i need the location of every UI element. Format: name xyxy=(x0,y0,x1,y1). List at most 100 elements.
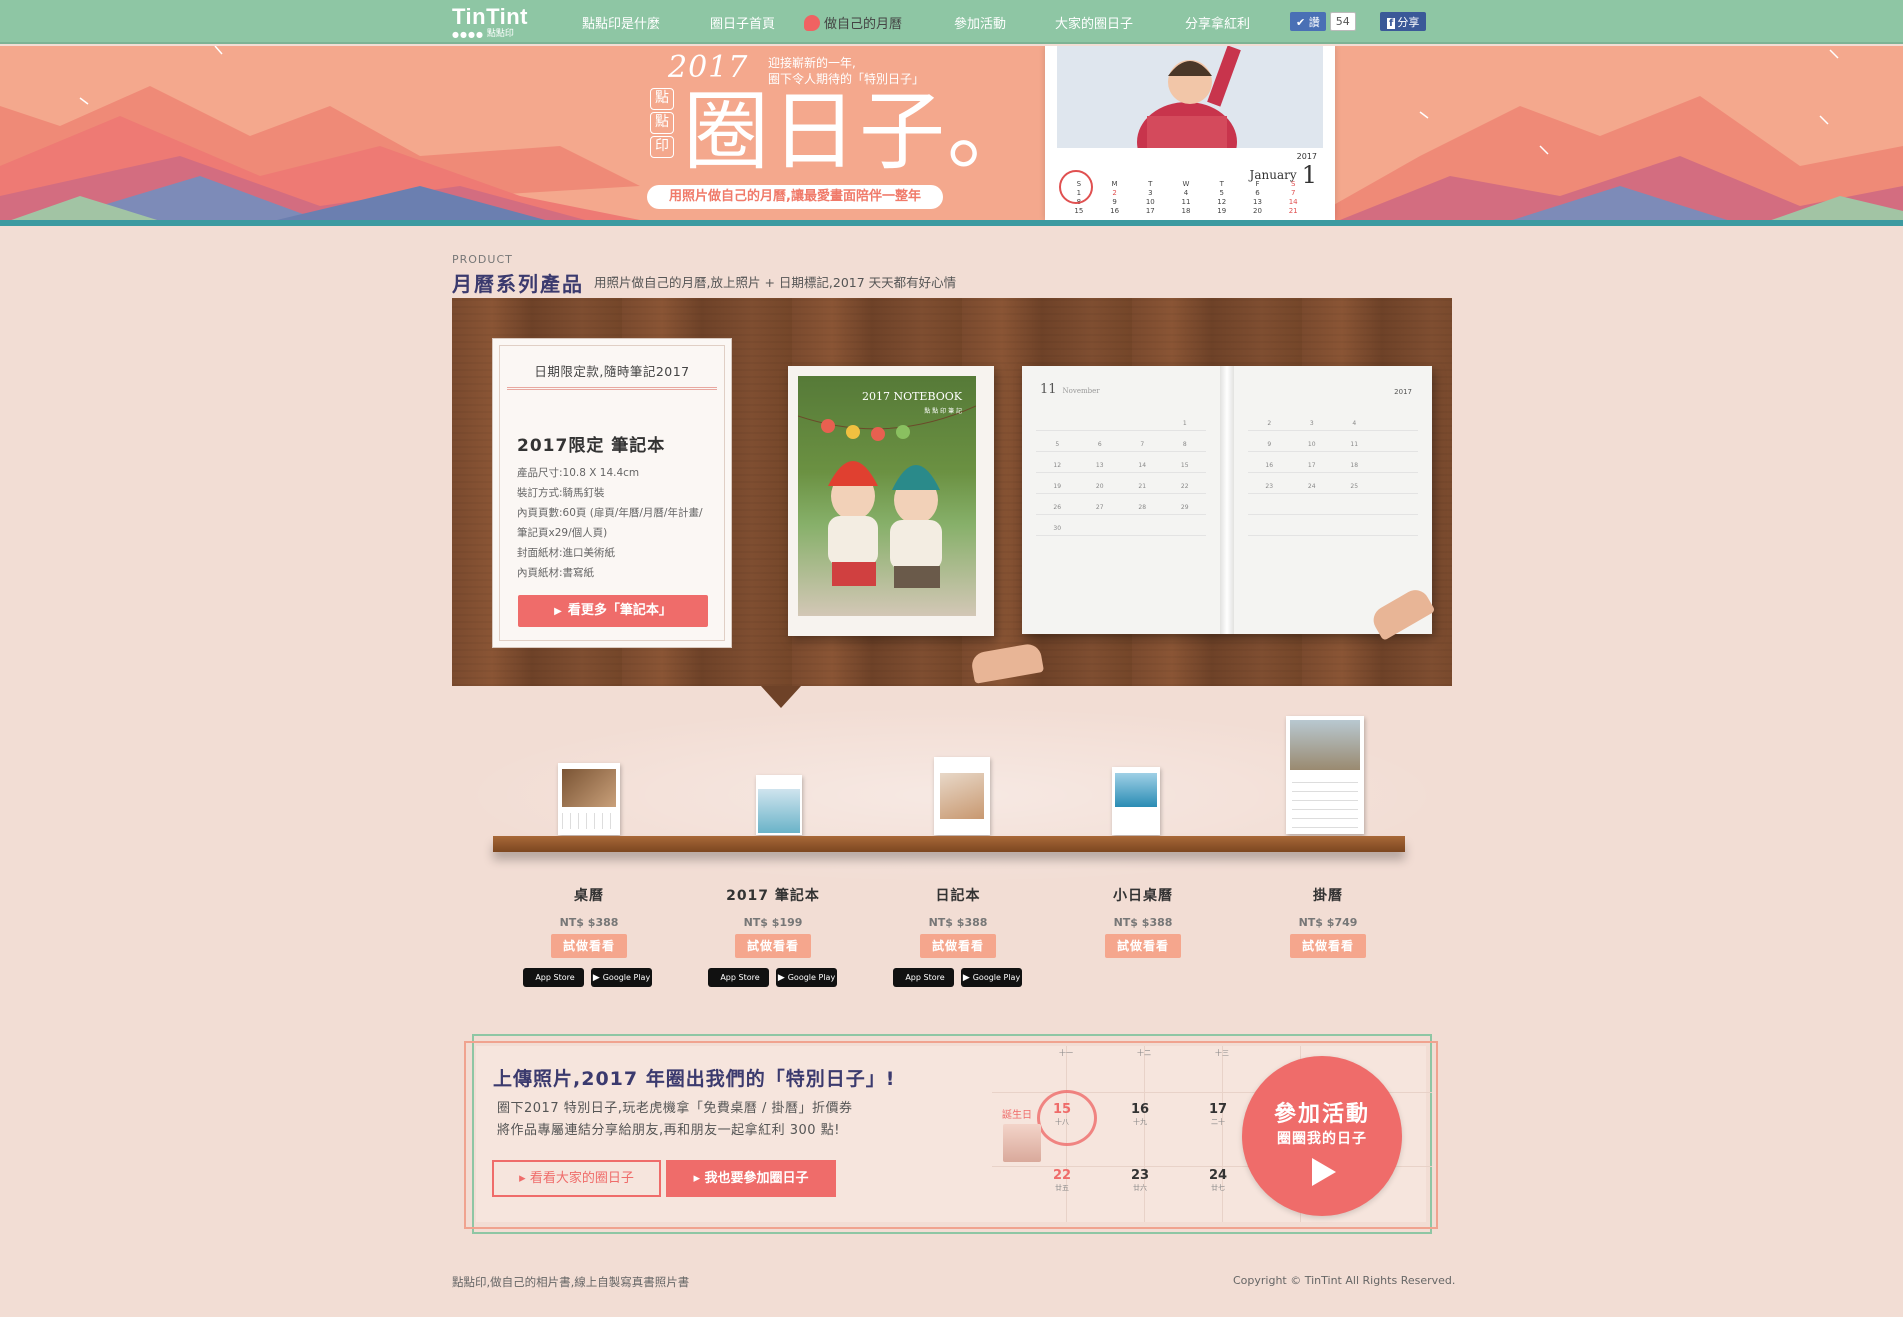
try-button[interactable]: 試做看看 xyxy=(920,934,996,958)
calendar-day: 23 廿六 xyxy=(1130,1168,1150,1192)
product-small-desk-calendar: 小日桌曆 NT$ $388 試做看看 xyxy=(1073,885,1213,958)
nav-item-share-bonus[interactable]: 分享拿紅利 xyxy=(1185,13,1250,32)
planner-year: 2017 xyxy=(1394,388,1412,396)
top-nav: TinTint ●●●● 點點印 點點印是什麼 圈日子首頁 做自己的月曆 參加活… xyxy=(0,0,1903,44)
nav-item-make-calendar[interactable]: 做自己的月曆 xyxy=(804,13,902,32)
wall-calendar-thumb[interactable] xyxy=(1286,716,1364,834)
notebook-cover: 2017 NOTEBOOK 點 點 印 筆 記 xyxy=(788,366,994,636)
card-title: 2017限定 筆記本 xyxy=(517,436,666,456)
product-notebook: 2017 筆記本 NT$ $199 試做看看 xyxy=(703,885,843,958)
product-name: 2017 筆記本 xyxy=(726,888,820,904)
google-play-icon: ▶ xyxy=(962,972,970,983)
play-icon: ▸ xyxy=(693,1171,705,1186)
product-name: 掛曆 xyxy=(1313,888,1343,904)
product-description: 用照片做自己的月曆,放上照片 + 日期標記,2017 天天都有好心情 xyxy=(594,275,957,290)
red-circle-mark xyxy=(1059,170,1093,204)
lunar-date: 十一 xyxy=(1059,1049,1073,1057)
app-badges-desk-calendar: App Store ▶ Google Play xyxy=(523,968,652,987)
see-more-notebook-button[interactable]: ▶ 看更多「筆記本」 xyxy=(518,595,708,627)
facebook-share-button[interactable]: f 分享 xyxy=(1380,12,1427,31)
product-wall-calendar: 掛曆 NT$ $749 試做看看 xyxy=(1258,885,1398,958)
join-now-label: 我也要參加圈日子 xyxy=(704,1171,809,1186)
product-price: NT$ $388 xyxy=(928,916,988,929)
facebook-icon: f xyxy=(1387,18,1396,29)
card-kicker: 日期限定款,隨時筆記2017 xyxy=(534,364,690,379)
birthday-photo xyxy=(1003,1124,1041,1162)
card-divider xyxy=(507,387,717,390)
share-label: 分享 xyxy=(1397,16,1420,29)
planner-spread: 11 November 2017 1 5678 12 13 14 15 19 20 21 22… xyxy=(1022,366,1432,634)
view-everyones-button[interactable]: ▸ 看看大家的圈日子 xyxy=(492,1160,661,1197)
view-everyones-label: 看看大家的圈日子 xyxy=(529,1171,634,1186)
calendar-day: 24 廿七 xyxy=(1208,1168,1228,1192)
logo-cn: 點點印 xyxy=(486,29,514,39)
play-icon: ▶ xyxy=(554,606,562,617)
notebook-title: 2017 NOTEBOOK xyxy=(861,390,962,403)
desk-calendar-thumb[interactable] xyxy=(558,763,620,835)
lunar-date: 十三 xyxy=(1215,1049,1229,1057)
hero-stamp: 點 點 印 xyxy=(650,88,676,158)
product-price: NT$ $388 xyxy=(559,916,619,929)
nav-item-home[interactable]: 圈日子首頁 xyxy=(710,13,775,32)
small-desk-calendar-thumb[interactable] xyxy=(1112,767,1160,835)
notebook-info-card: 日期限定款,隨時筆記2017 2017限定 筆記本 產品尺寸:10.8 X 14… xyxy=(492,338,732,648)
google-play-badge[interactable]: ▶ Google Play xyxy=(591,968,652,987)
feature-showcase: 日期限定款,隨時筆記2017 2017限定 筆記本 產品尺寸:10.8 X 14… xyxy=(452,298,1452,686)
notebook-cover-photo: 2017 NOTEBOOK 點 點 印 筆 記 xyxy=(798,376,976,616)
product-price: NT$ $749 xyxy=(1298,916,1358,929)
facebook-like-button[interactable]: ✔ 讚 54 xyxy=(1290,12,1356,31)
hero-banner: 2017 迎接嶄新的一年, 圈下令人期待的「特別日子」 點 點 印 圈日子。 用… xyxy=(0,46,1903,224)
spec-paper: 內頁紙材:書寫紙 xyxy=(517,567,595,579)
logo-text: TinTint xyxy=(452,4,529,29)
hero-year: 2017 xyxy=(668,50,749,85)
product-price: NT$ $199 xyxy=(743,916,803,929)
hero-cal-grid: SMTWTFS 1234567 8 9 10 11 12 13 14 15 16 17 18 19 2… xyxy=(1074,180,1298,215)
google-play-badge[interactable]: ▶ Google Play xyxy=(961,968,1022,987)
stamp-char: 點 xyxy=(650,112,674,134)
product-title: 月曆系列產品 xyxy=(452,272,584,296)
stamp-char: 印 xyxy=(650,136,674,158)
nav-item-everyones[interactable]: 大家的圈日子 xyxy=(1055,13,1133,32)
product-eyebrow: PRODUCT xyxy=(452,253,513,266)
try-button[interactable]: 試做看看 xyxy=(1105,934,1181,958)
spec-pages: 內頁頁數:60頁 (扉頁/年曆/月曆/年計畫/筆記頁x29/個人頁) xyxy=(517,507,703,539)
product-price: NT$ $388 xyxy=(1113,916,1173,929)
app-badges-diary: App Store ▶ Google Play xyxy=(893,968,1022,987)
join-event-circle-button[interactable]: 參加活動 圈圈我的日子 xyxy=(1242,1056,1402,1216)
nav-item-join-event[interactable]: 參加活動 xyxy=(954,13,1006,32)
app-store-badge[interactable]: App Store xyxy=(708,968,769,987)
like-count: 54 xyxy=(1329,12,1356,31)
spec-size: 產品尺寸:10.8 X 14.4cm xyxy=(517,467,640,479)
try-button[interactable]: 試做看看 xyxy=(551,934,627,958)
notebook-thumb[interactable] xyxy=(756,775,802,835)
nav-item-about[interactable]: 點點印是什麼 xyxy=(582,13,660,32)
try-button[interactable]: 試做看看 xyxy=(735,934,811,958)
calendar-day: 22 廿五 xyxy=(1052,1168,1072,1192)
tintint-logo[interactable]: TinTint ●●●● 點點印 xyxy=(452,6,528,39)
stamp-char: 點 xyxy=(650,88,674,110)
google-play-badge[interactable]: ▶ Google Play xyxy=(776,968,837,987)
product-diary: 日記本 NT$ $388 試做看看 xyxy=(888,885,1028,958)
event-line-2: 將作品專屬連結分享給朋友,再和朋友一起拿紅利 300 點! xyxy=(497,1123,840,1138)
footer-tagline: 點點印,做自己的相片書,線上自製寫真書照片書 xyxy=(452,1275,690,1289)
spec-binding: 裝訂方式:騎馬釘裝 xyxy=(517,487,605,499)
app-store-badge[interactable]: App Store xyxy=(523,968,584,987)
hero-child-photo xyxy=(1057,46,1323,148)
planner-grid-left: 1 5678 12 13 14 15 19 20 21 22 26 27 28 29 30 xyxy=(1036,410,1206,620)
footer-copyright: Copyright © TinTint All Rights Reserved. xyxy=(1233,1274,1456,1287)
card-specs: 產品尺寸:10.8 X 14.4cm 裝訂方式:騎馬釘裝 內頁頁數:60頁 (扉… xyxy=(517,463,703,583)
hero-cal-year: 2017 xyxy=(1296,152,1317,161)
hero-divider xyxy=(0,220,1903,226)
planner-month-name: November xyxy=(1062,387,1100,395)
see-more-label: 看更多「筆記本」 xyxy=(567,603,672,618)
lunar-date: 十二 xyxy=(1137,1049,1151,1057)
spec-cover: 封面紙材:進口美術紙 xyxy=(517,547,616,559)
app-store-badge[interactable]: App Store xyxy=(893,968,954,987)
product-name: 桌曆 xyxy=(574,888,604,904)
google-play-icon: ▶ xyxy=(777,972,785,983)
join-now-button[interactable]: ▸ 我也要參加圈日子 xyxy=(666,1160,836,1197)
hero-calendar-preview: 2017 January 1 SMTWTFS 1234567 8 9 10 11 12 1… xyxy=(1045,46,1335,220)
try-button[interactable]: 試做看看 xyxy=(1290,934,1366,958)
diary-thumb[interactable] xyxy=(934,757,990,835)
join-line-1: 參加活動 xyxy=(1273,1102,1370,1127)
